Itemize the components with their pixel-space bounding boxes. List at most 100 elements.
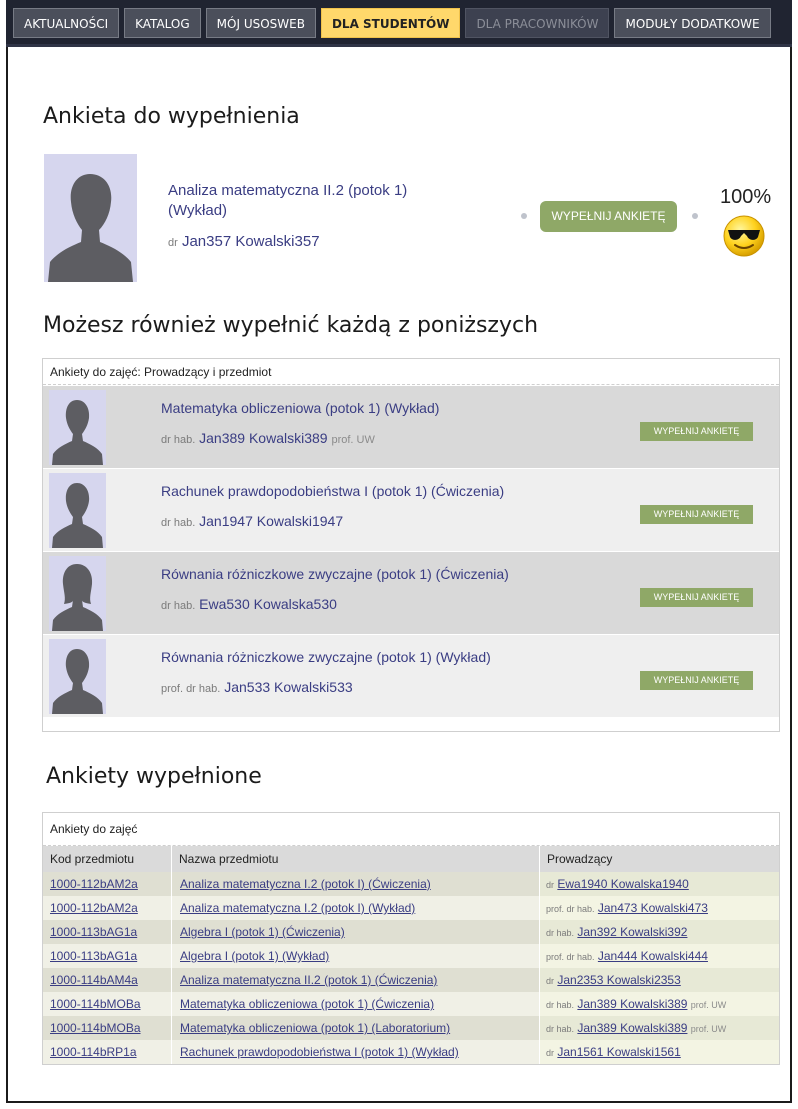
teacher-suffix: prof. UW (690, 1024, 727, 1034)
course-code-link[interactable]: 1000-113bAG1a (50, 925, 137, 939)
teacher-title: dr hab. (546, 1000, 575, 1010)
progress-percent: 100% (720, 186, 772, 208)
top-navigation: AKTUALNOŚCI KATALOG MÓJ USOSWEB DLA STUD… (6, 0, 792, 47)
main-teacher-link[interactable]: Jan357 Kowalski357 (182, 233, 320, 250)
teacher-suffix: prof. UW (690, 1000, 727, 1010)
teacher-title: dr (546, 976, 555, 986)
course-link[interactable]: Analiza matematyczna I.2 (potok I) (Wykł… (180, 901, 415, 915)
course-link[interactable]: Rachunek prawdopodobieństwa I (potok 1) … (161, 483, 504, 499)
person-silhouette-icon (44, 154, 137, 282)
list-item: Równania różniczkowe zwyczajne (potok 1)… (43, 551, 779, 634)
person-silhouette-female-icon (49, 556, 106, 631)
teacher-title: dr hab. (546, 1024, 575, 1034)
course-code-link[interactable]: 1000-113bAG1a (50, 949, 137, 963)
teacher-avatar (49, 473, 106, 548)
teacher-avatar (49, 390, 106, 465)
table-row: 1000-113bAG1a Algebra I (potok 1) (Wykła… (43, 944, 779, 968)
survey-heading: Ankieta do wypełnienia (43, 104, 300, 129)
table-row: 1000-113bAG1a Algebra I (potok 1) (Ćwicz… (43, 920, 779, 944)
course-link[interactable]: Rachunek prawdopodobieństwa I (potok 1) … (180, 1045, 459, 1059)
teacher-title: dr hab. (161, 517, 196, 529)
teacher-link[interactable]: Ewa1940 Kowalska1940 (557, 877, 688, 891)
course-link[interactable]: Równania różniczkowe zwyczajne (potok 1)… (161, 649, 491, 665)
tab-moj-usosweb[interactable]: MÓJ USOSWEB (205, 8, 316, 38)
completed-heading: Ankiety wypełnione (46, 764, 262, 789)
tab-dla-pracownikow: DLA PRACOWNIKÓW (465, 8, 610, 38)
table-row: 1000-114bRP1a Rachunek prawdopodobieństw… (43, 1040, 779, 1064)
tab-moduly-dodatkowe[interactable]: MODUŁY DODATKOWE (614, 8, 771, 38)
teacher-link[interactable]: Jan389 Kowalski389 (199, 430, 327, 446)
teacher-title: dr hab. (546, 928, 575, 938)
column-header-course: Nazwa przedmiotu (171, 846, 539, 872)
table-row: 1000-112bAM2a Analiza matematyczna I.2 (… (43, 872, 779, 896)
options-heading: Możesz również wypełnić każdą z poniższy… (43, 313, 539, 338)
course-code-link[interactable]: 1000-114bRP1a (50, 1045, 137, 1059)
teacher-avatar (44, 154, 137, 282)
fill-survey-button[interactable]: WYPEŁNIJ ANKIETĘ (540, 201, 677, 232)
column-header-code: Kod przedmiotu (43, 846, 171, 872)
course-code-link[interactable]: 1000-112bAM2a (50, 877, 138, 891)
course-link[interactable]: Matematyka obliczeniowa (potok 1) (Ćwicz… (180, 997, 434, 1011)
teacher-link[interactable]: Ewa530 Kowalska530 (199, 596, 337, 612)
fill-survey-button[interactable]: WYPEŁNIJ ANKIETĘ (640, 671, 753, 690)
course-link[interactable]: Matematyka obliczeniowa (potok 1) (Wykła… (161, 400, 439, 416)
teacher-link[interactable]: Jan533 Kowalski533 (224, 679, 352, 695)
tab-dla-studentow[interactable]: DLA STUDENTÓW (320, 8, 461, 38)
sunglasses-smiley-icon (722, 214, 766, 258)
fill-survey-button[interactable]: WYPEŁNIJ ANKIETĘ (640, 505, 753, 524)
course-link[interactable]: Algebra I (potok 1) (Ćwiczenia) (180, 925, 345, 939)
column-header-teacher: Prowadzący (539, 846, 779, 872)
teacher-title: dr (546, 880, 555, 890)
list-item: Równania różniczkowe zwyczajne (potok 1)… (43, 634, 779, 717)
teacher-title: prof. dr hab. (546, 904, 595, 914)
table-header: Kod przedmiotu Nazwa przedmiotu Prowadzą… (43, 846, 779, 872)
course-code-link[interactable]: 1000-114bMOBa (50, 1021, 141, 1035)
main-survey-course-link[interactable]: Analiza matematyczna II.2 (potok 1) (168, 182, 407, 199)
table-row: 1000-114bMOBa Matematyka obliczeniowa (p… (43, 992, 779, 1016)
teacher-avatar (49, 556, 106, 631)
table-row: 1000-114bAM4a Analiza matematyczna II.2 … (43, 968, 779, 992)
course-code-link[interactable]: 1000-114bMOBa (50, 997, 141, 1011)
main-survey-course-type[interactable]: (Wykład) (168, 202, 227, 219)
teacher-link[interactable]: Jan1561 Kowalski1561 (557, 1045, 680, 1059)
course-link[interactable]: Matematyka obliczeniowa (potok 1) (Labor… (180, 1021, 450, 1035)
table-caption: Ankiety do zajęć (43, 813, 779, 846)
course-code-link[interactable]: 1000-114bAM4a (50, 973, 138, 987)
teacher-suffix: prof. UW (331, 434, 375, 446)
teacher-title: dr hab. (161, 600, 196, 612)
separator-dot (692, 213, 698, 219)
teacher-title: prof. dr hab. (546, 952, 595, 962)
fill-survey-button[interactable]: WYPEŁNIJ ANKIETĘ (640, 588, 753, 607)
teacher-link[interactable]: Jan389 Kowalski389 (577, 1021, 687, 1035)
tab-aktualnosci[interactable]: AKTUALNOŚCI (13, 8, 120, 38)
list-item: Rachunek prawdopodobieństwa I (potok 1) … (43, 468, 779, 551)
teacher-link[interactable]: Jan389 Kowalski389 (577, 997, 687, 1011)
completed-surveys-table: Ankiety do zajęć Kod przedmiotu Nazwa pr… (42, 812, 780, 1065)
separator-dot (521, 213, 527, 219)
teacher-link[interactable]: Jan2353 Kowalski2353 (557, 973, 680, 987)
course-link[interactable]: Analiza matematyczna I.2 (potok I) (Ćwic… (180, 877, 431, 891)
table-row: 1000-114bMOBa Matematyka obliczeniowa (p… (43, 1016, 779, 1040)
options-list: Ankiety do zajęć: Prowadzący i przedmiot… (42, 358, 780, 732)
teacher-link[interactable]: Jan392 Kowalski392 (577, 925, 687, 939)
person-silhouette-icon (49, 390, 106, 465)
teacher-title: dr hab. (161, 434, 196, 446)
teacher-avatar (49, 639, 106, 714)
course-link[interactable]: Równania różniczkowe zwyczajne (potok 1)… (161, 566, 509, 582)
teacher-title: dr (546, 1048, 555, 1058)
teacher-link[interactable]: Jan444 Kowalski444 (598, 949, 708, 963)
teacher-link[interactable]: Jan1947 Kowalski1947 (199, 513, 343, 529)
teacher-title: dr (168, 237, 178, 249)
list-item: Matematyka obliczeniowa (potok 1) (Wykła… (43, 385, 779, 468)
course-link[interactable]: Analiza matematyczna II.2 (potok 1) (Ćwi… (180, 973, 437, 987)
course-link[interactable]: Algebra I (potok 1) (Wykład) (180, 949, 329, 963)
person-silhouette-icon (49, 639, 106, 714)
person-silhouette-icon (49, 473, 106, 548)
options-box-title: Ankiety do zajęć: Prowadzący i przedmiot (43, 359, 779, 385)
teacher-link[interactable]: Jan473 Kowalski473 (598, 901, 708, 915)
tab-katalog[interactable]: KATALOG (124, 8, 201, 38)
fill-survey-button[interactable]: WYPEŁNIJ ANKIETĘ (640, 422, 753, 441)
teacher-title: prof. dr hab. (161, 683, 221, 695)
table-row: 1000-112bAM2a Analiza matematyczna I.2 (… (43, 896, 779, 920)
course-code-link[interactable]: 1000-112bAM2a (50, 901, 138, 915)
